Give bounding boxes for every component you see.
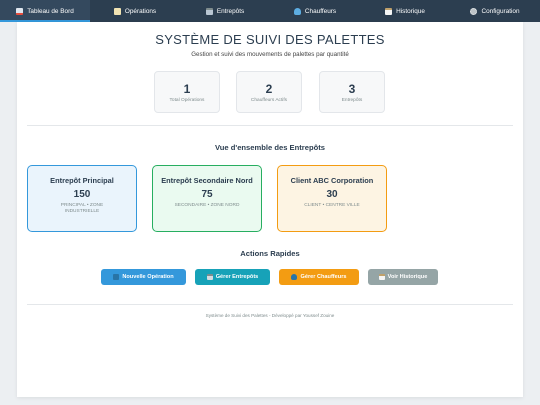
stat-label: Total Opérations <box>169 98 205 103</box>
warehouse-card-principal[interactable]: Entrepôt Principal 150 PRINCIPAL • ZONE … <box>27 165 137 232</box>
person-icon <box>291 274 298 280</box>
warehouse-card-secondaire[interactable]: Entrepôt Secondaire Nord 75 SECONDAIRE •… <box>152 165 262 232</box>
nav-item-label: Chauffeurs <box>304 7 337 15</box>
top-navbar: Tableau de Bord Opérations Entrepôts Cha… <box>0 0 540 22</box>
manage-drivers-button[interactable]: Gérer Chauffeurs <box>279 269 359 285</box>
actions-section-title: Actions Rapides <box>240 249 300 258</box>
nav-item-configuration[interactable]: Configuration <box>450 0 540 22</box>
nav-item-label: Configuration <box>481 7 520 15</box>
warehouse-quantity: 75 <box>201 189 213 200</box>
footer-text: Système de Suivi des Palettes - Développ… <box>205 313 335 318</box>
button-label: Nouvelle Opération <box>122 274 174 280</box>
warehouse-meta: SECONDAIRE • ZONE NORD <box>174 203 240 208</box>
new-operation-button[interactable]: Nouvelle Opération <box>101 269 186 285</box>
nav-item-label: Entrepôts <box>216 7 245 15</box>
warehouse-card-client[interactable]: Client ABC Corporation 30 CLIENT • CENTR… <box>277 165 387 232</box>
nav-item-label: Historique <box>396 7 425 15</box>
stat-value: 1 <box>183 82 191 96</box>
page-title: SYSTÈME DE SUIVI DES PALETTES <box>155 32 385 47</box>
clipboard-icon <box>385 7 393 15</box>
gear-icon <box>470 7 478 15</box>
person-icon <box>293 7 301 15</box>
chart-icon <box>16 7 24 15</box>
manage-warehouses-button[interactable]: Gérer Entrepôts <box>195 269 270 285</box>
main-card: SYSTÈME DE SUIVI DES PALETTES Gestion et… <box>17 22 523 397</box>
building-icon <box>205 7 213 15</box>
nav-item-chauffeurs[interactable]: Chauffeurs <box>270 0 360 22</box>
button-label: Voir Historique <box>387 274 428 280</box>
warehouse-meta: CLIENT • CENTRE VILLE <box>304 203 360 208</box>
memo-icon <box>113 7 121 15</box>
divider <box>27 304 513 305</box>
warehouse-name: Client ABC Corporation <box>290 176 374 185</box>
warehouse-name: Entrepôt Secondaire Nord <box>161 176 253 185</box>
nav-item-operations[interactable]: Opérations <box>90 0 180 22</box>
stat-card-entrepots: 3 Entrepôts <box>319 71 385 113</box>
button-label: Gérer Chauffeurs <box>300 274 347 280</box>
warehouses-section-title: Vue d'ensemble des Entrepôts <box>215 143 325 152</box>
warehouse-quantity: 30 <box>326 189 338 200</box>
stat-label: Entrepôts <box>341 98 363 103</box>
plus-icon <box>113 274 120 280</box>
stat-value: 2 <box>265 82 273 96</box>
page-subtitle: Gestion et suivi des mouvements de palet… <box>191 51 349 58</box>
nav-item-label: Opérations <box>124 7 157 15</box>
stat-card-chauffeurs: 2 Chauffeurs Actifs <box>236 71 302 113</box>
stat-value: 3 <box>348 82 356 96</box>
nav-item-label: Tableau de Bord <box>27 7 74 15</box>
button-label: Gérer Entrepôts <box>215 274 259 280</box>
stat-label: Chauffeurs Actifs <box>250 98 288 103</box>
view-history-button[interactable]: Voir Historique <box>368 269 438 285</box>
stat-card-operations: 1 Total Opérations <box>154 71 220 113</box>
divider <box>27 125 513 126</box>
warehouse-quantity: 150 <box>73 189 91 200</box>
warehouse-meta: PRINCIPAL • ZONE INDUSTRIELLE <box>60 203 104 214</box>
nav-item-tableau-de-bord[interactable]: Tableau de Bord <box>0 0 90 22</box>
nav-item-entrepots[interactable]: Entrepôts <box>180 0 270 22</box>
clipboard-icon <box>378 274 385 280</box>
warehouse-name: Entrepôt Principal <box>50 176 114 185</box>
nav-item-historique[interactable]: Historique <box>360 0 450 22</box>
building-icon <box>206 274 213 280</box>
